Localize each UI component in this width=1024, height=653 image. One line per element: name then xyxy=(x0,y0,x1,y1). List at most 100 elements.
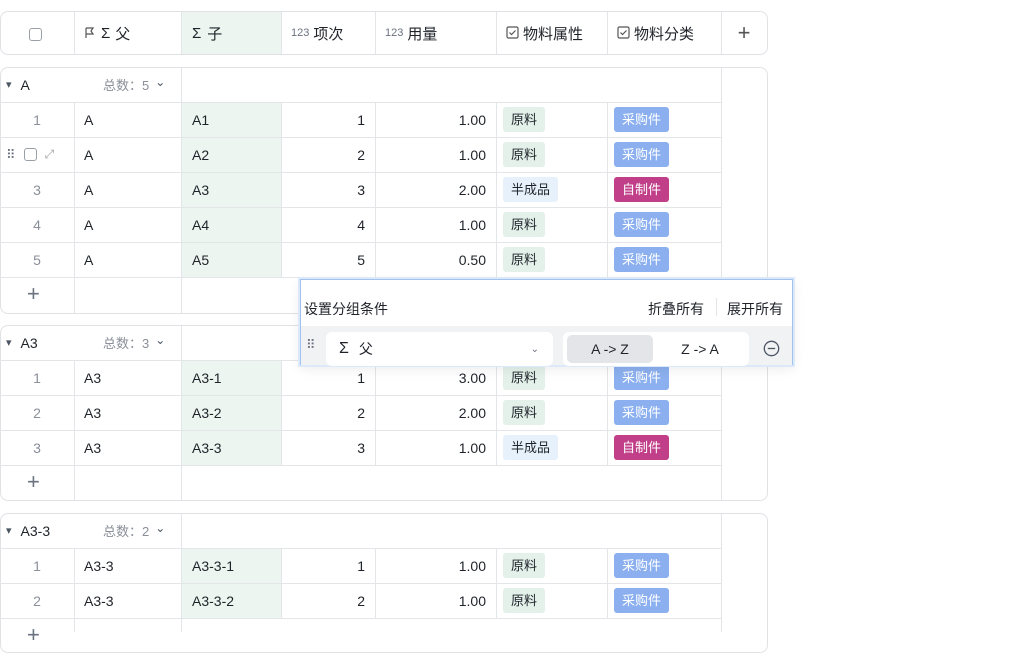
cell-child[interactable]: A4 xyxy=(182,207,281,242)
cell-item-no[interactable]: 2 xyxy=(281,583,375,618)
collapse-all-button[interactable]: 折叠所有 xyxy=(648,299,704,319)
cell-class[interactable]: 采购件 xyxy=(607,242,721,277)
group-count[interactable]: 总数：2 ⌄ xyxy=(103,513,165,548)
column-label: 用量 xyxy=(407,25,438,43)
cell-qty[interactable]: 1.00 xyxy=(375,430,496,465)
cell-class[interactable]: 采购件 xyxy=(607,583,721,618)
cell-parent[interactable]: A xyxy=(74,242,181,277)
cell-qty[interactable]: 1.00 xyxy=(375,102,496,137)
group-count[interactable]: 总数：3 ⌄ xyxy=(103,325,165,360)
cell-class[interactable]: 采购件 xyxy=(607,395,721,430)
cell-child[interactable]: A3-3-1 xyxy=(182,548,281,583)
column-header-child[interactable]: Σ 子 xyxy=(182,12,281,54)
material-class-tag: 自制件 xyxy=(614,177,670,202)
cell-attr[interactable]: 原料 xyxy=(496,102,607,137)
cell-parent[interactable]: A3-3 xyxy=(74,583,181,618)
cell-class[interactable]: 采购件 xyxy=(607,137,721,172)
sort-asc-button[interactable]: A -> Z xyxy=(567,335,653,363)
cell-item-no[interactable]: 1 xyxy=(281,102,375,137)
add-row-button[interactable]: + xyxy=(27,624,40,646)
cell-child[interactable]: A3 xyxy=(182,172,281,207)
add-row-button[interactable]: + xyxy=(27,283,40,305)
cell-child[interactable]: A3-1 xyxy=(182,360,281,395)
cell-parent[interactable]: A xyxy=(74,172,181,207)
cell-parent[interactable]: A3-3 xyxy=(74,548,181,583)
column-header-attr[interactable]: 物料属性 xyxy=(496,12,607,54)
group-count[interactable]: 总数：5 ⌄ xyxy=(103,67,165,102)
cell-qty[interactable]: 2.00 xyxy=(375,172,496,207)
row-checkbox[interactable] xyxy=(23,148,37,161)
cell-attr[interactable]: 原料 xyxy=(496,548,607,583)
cell-child[interactable]: A3-3-2 xyxy=(182,583,281,618)
cell-item-no[interactable]: 3 xyxy=(281,430,375,465)
sigma-icon: Σ xyxy=(101,24,111,42)
material-class-tag: 采购件 xyxy=(614,553,670,578)
formula-icon xyxy=(506,26,519,39)
cell-attr[interactable]: 原料 xyxy=(496,242,607,277)
cell-qty[interactable]: 1.00 xyxy=(375,207,496,242)
collapse-triangle-icon[interactable]: ▾ xyxy=(6,336,12,349)
group-field-select[interactable]: Σ 父 ⌄ xyxy=(326,332,553,366)
column-header-class[interactable]: 物料分类 xyxy=(607,12,721,54)
group-count-label: 总数：2 xyxy=(103,524,150,539)
cell-parent[interactable]: A xyxy=(74,137,181,172)
cell-class[interactable]: 采购件 xyxy=(607,548,721,583)
cell-attr[interactable]: 原料 xyxy=(496,137,607,172)
material-attr-tag: 原料 xyxy=(503,588,546,613)
column-header-qty[interactable]: 123 用量 xyxy=(375,12,496,54)
cell-child[interactable]: A3-3 xyxy=(182,430,281,465)
drag-handle-icon[interactable]: ⠿ xyxy=(306,337,315,353)
cell-qty[interactable]: 1.00 xyxy=(375,548,496,583)
material-attr-tag: 原料 xyxy=(503,365,546,390)
cell-qty[interactable]: 1.00 xyxy=(375,137,496,172)
cell-item-no[interactable]: 1 xyxy=(281,548,375,583)
cell-attr[interactable]: 原料 xyxy=(496,207,607,242)
cell-item-no[interactable]: 4 xyxy=(281,207,375,242)
cell-class[interactable]: 自制件 xyxy=(607,172,721,207)
cell-item-no[interactable]: 3 xyxy=(281,172,375,207)
group-title: A3 xyxy=(20,334,38,351)
column-header-item-no[interactable]: 123 项次 xyxy=(281,12,375,54)
add-row-button[interactable]: + xyxy=(27,471,40,493)
cell-item-no[interactable]: 2 xyxy=(281,395,375,430)
group-header-a3-3[interactable]: ▾ A3-3 xyxy=(6,513,50,548)
remove-condition-button[interactable] xyxy=(763,340,780,357)
group-header-a3[interactable]: ▾ A3 xyxy=(6,325,38,360)
cell-class[interactable]: 采购件 xyxy=(607,102,721,137)
cell-child[interactable]: A3-2 xyxy=(182,395,281,430)
add-row-icon: + xyxy=(27,281,40,306)
cell-child[interactable]: A5 xyxy=(182,242,281,277)
group-header-a[interactable]: ▾ A xyxy=(6,67,30,102)
select-all-checkbox[interactable] xyxy=(27,26,43,42)
cell-class[interactable]: 采购件 xyxy=(607,207,721,242)
cell-child[interactable]: A2 xyxy=(182,137,281,172)
cell-parent[interactable]: A xyxy=(74,207,181,242)
cell-parent[interactable]: A3 xyxy=(74,360,181,395)
sort-desc-button[interactable]: Z -> A xyxy=(657,335,743,363)
column-header-parent[interactable]: Σ 父 xyxy=(74,12,181,54)
collapse-triangle-icon[interactable]: ▾ xyxy=(6,78,12,91)
collapse-triangle-icon[interactable]: ▾ xyxy=(6,524,12,537)
cell-attr[interactable]: 半成品 xyxy=(496,430,607,465)
cell-attr[interactable]: 原料 xyxy=(496,395,607,430)
expand-icon[interactable]: ⤢ xyxy=(45,147,55,162)
cell-class[interactable]: 自制件 xyxy=(607,430,721,465)
expand-all-button[interactable]: 展开所有 xyxy=(727,299,783,319)
drag-handle-icon[interactable]: ⠿ xyxy=(6,147,16,163)
material-class-tag: 采购件 xyxy=(614,400,670,425)
add-column-icon: + xyxy=(737,20,751,45)
cell-qty[interactable]: 1.00 xyxy=(375,583,496,618)
add-column-button[interactable]: + xyxy=(721,12,767,54)
cell-parent[interactable]: A xyxy=(74,102,181,137)
cell-qty[interactable]: 2.00 xyxy=(375,395,496,430)
cell-parent[interactable]: A3 xyxy=(74,395,181,430)
cell-child[interactable]: A1 xyxy=(182,102,281,137)
cell-attr[interactable]: 原料 xyxy=(496,583,607,618)
cell-item-no[interactable]: 5 xyxy=(281,242,375,277)
cell-qty[interactable]: 0.50 xyxy=(375,242,496,277)
row-number: 1 xyxy=(33,111,41,128)
cell-item-no[interactable]: 2 xyxy=(281,137,375,172)
material-attr-tag: 半成品 xyxy=(503,435,559,460)
cell-parent[interactable]: A3 xyxy=(74,430,181,465)
cell-attr[interactable]: 半成品 xyxy=(496,172,607,207)
